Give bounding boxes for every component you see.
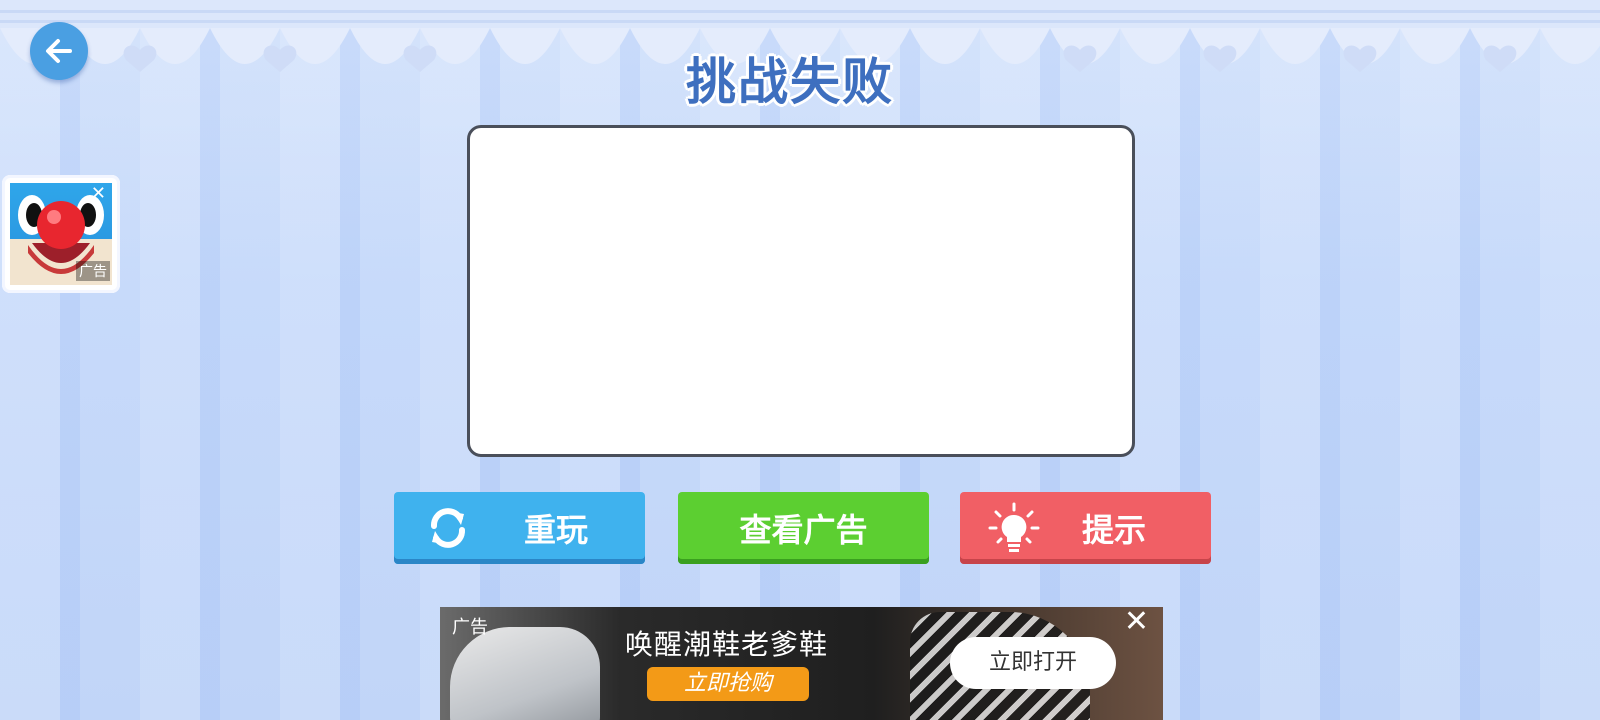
buy-now-button[interactable]: 立即抢购 xyxy=(647,667,809,701)
watch-ad-button[interactable]: 查看广告 xyxy=(678,492,929,564)
side-ad-tag: 广告 xyxy=(76,261,110,281)
side-ad[interactable]: ✕ 广告 xyxy=(2,175,120,293)
banner-ad-headline: 唤醒潮鞋老爹鞋 xyxy=(625,628,829,661)
side-ad-close-icon[interactable]: ✕ xyxy=(91,185,106,203)
refresh-icon xyxy=(422,502,474,554)
replay-button[interactable]: 重玩 xyxy=(394,492,645,564)
open-now-button[interactable]: 立即打开 xyxy=(950,637,1116,689)
game-screen: 挑战失败 ✕ 广告 重玩 查看广告 提示 广告 唤醒潮鞋老爹鞋 立即抢购 立即打… xyxy=(0,0,1600,720)
hint-button[interactable]: 提示 xyxy=(960,492,1211,564)
shoe-image xyxy=(450,627,600,720)
lightbulb-icon xyxy=(988,502,1040,554)
banner-ad-tag: 广告 xyxy=(452,617,488,638)
replay-label: 重玩 xyxy=(524,511,589,549)
result-panel xyxy=(467,125,1135,457)
page-title: 挑战失败 xyxy=(686,53,894,111)
hint-label: 提示 xyxy=(1082,511,1147,549)
watch-ad-label: 查看广告 xyxy=(739,511,868,549)
banner-ad-close-icon[interactable]: ✕ xyxy=(1124,607,1149,637)
banner-ad[interactable]: 广告 唤醒潮鞋老爹鞋 立即抢购 立即打开 ✕ xyxy=(440,607,1163,720)
